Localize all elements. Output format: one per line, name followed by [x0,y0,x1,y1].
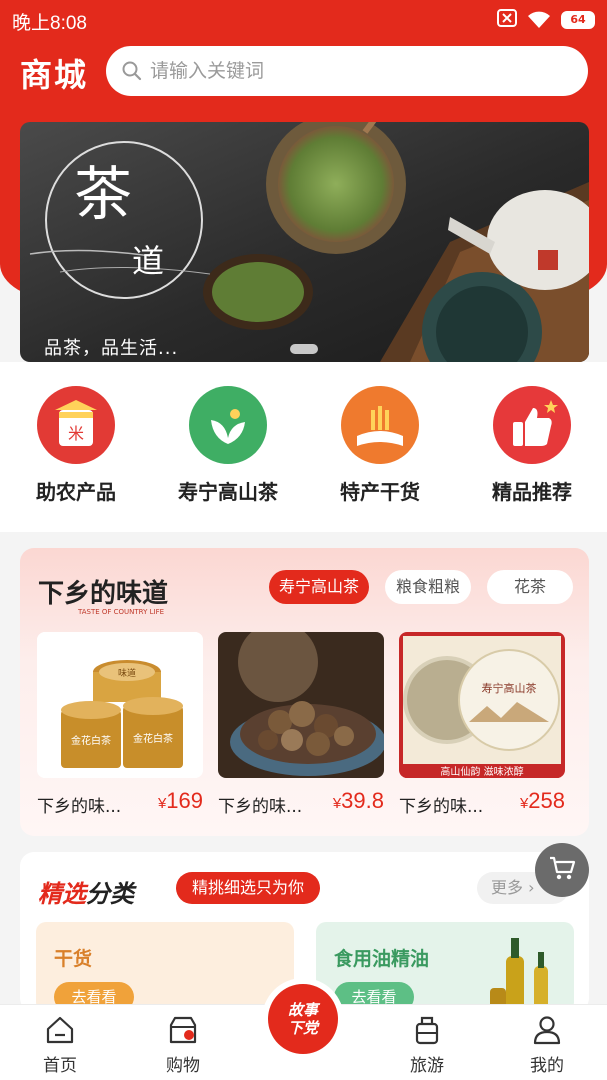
featured-products-card: 下乡的味道 TASTE OF COUNTRY LIFE 寿宁高山茶 粮食粗粮 花… [20,548,589,836]
center-story-label: 故事 下党 [268,984,338,1054]
category-item-recommend[interactable]: 精品推荐 [456,386,607,505]
product-name: 下乡的味... [218,797,303,817]
product-price: ¥169 [158,788,203,814]
status-icons: 64 [497,9,595,31]
category-label: 精品推荐 [492,480,572,504]
category-item-highland-tea[interactable]: 寿宁高山茶 [152,386,304,505]
center-story-button[interactable]: 故事 下党 [262,978,344,1060]
product-card[interactable]: 下乡的味... ¥39.8 [218,632,384,817]
app-bar: 商城 [0,42,607,102]
selection-title-rest: 分类 [86,880,134,908]
search-bar[interactable] [106,46,588,96]
battery-icon: 64 [561,11,595,29]
tab-shopping[interactable]: 购物 [133,1015,233,1076]
user-icon [531,1016,563,1049]
luggage-icon [411,1016,443,1049]
category-item-farm-products[interactable]: 米 助农产品 [0,386,152,505]
tea-leaf-icon [189,386,267,464]
search-input[interactable] [150,54,570,88]
status-bar: 晚上8:08 64 [0,0,607,38]
banner-logo-char-tea: 茶 [74,160,132,228]
banner-caption: 品茶，品生活... [44,338,179,359]
tab-highland-tea[interactable]: 寿宁高山茶 [268,570,369,604]
product-image-text: 味道 [118,667,136,679]
product-image-mushroom [218,632,384,778]
shop-icon [167,1016,199,1049]
product-image-text: 金花白茶 [71,734,111,747]
status-time: 晚上8:08 [12,13,87,34]
thumbs-up-icon [493,386,571,464]
rice-bag-icon: 米 [37,386,115,464]
price-value: 39.8 [341,788,384,813]
banner-carousel[interactable]: 茶 道 品茶，品生活... [20,122,589,362]
wheat-icon [341,386,419,464]
category-label: 助农产品 [36,480,116,504]
product-card[interactable]: 寿宁高山茶 高山仙韵 滋味浓醇 下乡的味... ¥258 [399,632,565,817]
search-icon [122,61,142,85]
oil-bottles-image [490,938,548,1012]
cart-icon [548,855,576,885]
banner-logo-char-dao: 道 [132,242,164,280]
no-sim-icon [497,9,517,31]
product-card[interactable]: 味道 金花白茶 金花白茶 下乡的味... ¥169 [37,632,203,817]
product-image-text: 高山仙韵 滋味浓醇 [440,765,523,778]
brand-logo-text: 下乡的味道 [38,578,168,609]
chevron-right-icon: › [528,878,535,897]
product-image-tea-cake: 寿宁高山茶 高山仙韵 滋味浓醇 [399,632,565,778]
more-label: 更多 [491,878,524,897]
product-name: 下乡的味... [399,797,484,817]
product-price: ¥258 [520,788,565,814]
floating-cart-button[interactable] [535,843,589,897]
wifi-icon [527,11,551,29]
tab-home[interactable]: 首页 [10,1015,110,1076]
product-image-white-tea: 味道 金花白茶 金花白茶 [37,632,203,778]
product-filter-tabs: 寿宁高山茶 粮食粗粮 花茶 [268,570,573,604]
tab-label: 旅游 [410,1056,444,1076]
carousel-indicator [290,344,318,354]
price-value: 258 [528,788,565,813]
tab-label: 我的 [530,1056,564,1076]
tile-label: 食用油精油 [334,948,430,970]
selection-title: 精选分类 [38,874,134,909]
tile-label: 干货 [54,948,93,970]
selection-badge: 精挑细选只为你 [176,872,321,904]
product-image-text: 寿宁高山茶 [482,681,537,695]
category-grid: 米 助农产品 寿宁高山茶 特产干货 精品推荐 [0,386,607,516]
svg-text:米: 米 [68,424,84,443]
price-currency: ¥ [332,795,342,812]
tab-label: 首页 [43,1056,77,1076]
page-title: 商城 [20,56,89,94]
category-item-dried-goods[interactable]: 特产干货 [304,386,456,505]
product-name: 下乡的味... [37,797,122,817]
category-label: 寿宁高山茶 [178,480,278,504]
category-tile-dried-goods[interactable]: 干货 去看看 [36,922,294,1012]
brand-logo-subtext: TASTE OF COUNTRY LIFE [77,608,164,616]
tab-travel[interactable]: 旅游 [377,1015,477,1076]
tab-label: 购物 [166,1056,200,1076]
category-label: 特产干货 [340,480,420,504]
product-price: ¥39.8 [333,788,384,814]
price-value: 169 [166,788,203,813]
banner-image: 茶 道 [20,122,589,362]
tab-grains[interactable]: 粮食粗粮 [385,570,471,604]
tab-profile[interactable]: 我的 [497,1015,597,1076]
tab-flower-tea[interactable]: 花茶 [487,570,573,604]
product-image-text: 金花白茶 [133,732,173,745]
brand-logo: 下乡的味道 TASTE OF COUNTRY LIFE [38,572,188,616]
home-icon [44,1016,76,1049]
category-tile-oils[interactable]: 食用油精油 去看看 [316,922,574,1012]
selection-title-highlight: 精选 [38,880,86,908]
